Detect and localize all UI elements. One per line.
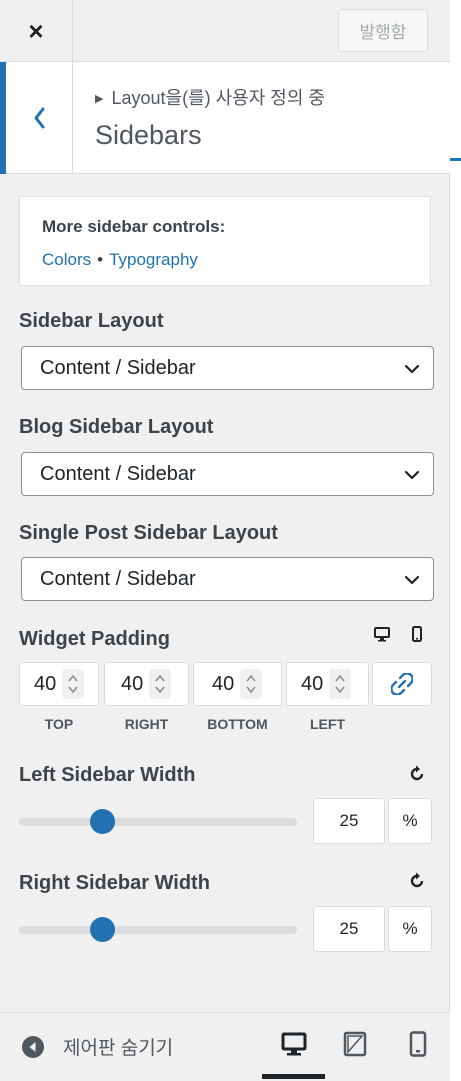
padding-bottom-value: 40 xyxy=(212,672,235,695)
single-post-sidebar-layout-select[interactable]: Content / Sidebar xyxy=(21,557,434,601)
close-button[interactable]: × xyxy=(0,0,73,62)
widget-padding-label: Widget Padding xyxy=(19,628,170,650)
spinner-icon[interactable] xyxy=(62,669,84,699)
spinner-icon[interactable] xyxy=(240,669,262,699)
blog-sidebar-layout-value: Content / Sidebar xyxy=(40,462,196,485)
close-icon: × xyxy=(28,15,44,46)
reset-icon xyxy=(410,765,424,781)
chevron-left-icon xyxy=(34,107,45,129)
padding-top-value: 40 xyxy=(34,672,57,695)
hide-controls-button[interactable]: 제어판 숨기기 xyxy=(21,1033,173,1060)
padding-left-value: 40 xyxy=(301,672,324,695)
hide-controls-label: 제어판 숨기기 xyxy=(63,1038,174,1059)
right-sidebar-width-slider[interactable] xyxy=(19,926,297,934)
mobile-icon xyxy=(409,1031,427,1057)
reset-button[interactable] xyxy=(407,871,427,896)
padding-top-field[interactable]: 40 xyxy=(19,662,99,706)
back-button[interactable] xyxy=(0,62,73,174)
more-sidebar-controls: More sidebar controls: Colors • Typography xyxy=(19,196,431,286)
spinner-icon[interactable] xyxy=(149,669,171,699)
chevron-down-icon xyxy=(404,575,420,585)
preview-desktop-button[interactable] xyxy=(281,1031,307,1062)
single-post-sidebar-layout-value: Content / Sidebar xyxy=(40,567,196,590)
sidebar-layout-select[interactable]: Content / Sidebar xyxy=(21,346,434,390)
preview-accent-line xyxy=(450,158,461,161)
typography-link[interactable]: Typography xyxy=(109,250,198,269)
customizer-header: × 발행함 xyxy=(0,0,450,62)
link-separator: • xyxy=(97,250,104,269)
single-post-sidebar-layout-label: Single Post Sidebar Layout xyxy=(19,522,278,544)
breadcrumb-text: Layout을(를) 사용자 정의 중 xyxy=(111,88,325,108)
preview-mobile-button[interactable] xyxy=(409,1031,427,1062)
preview-tablet-button[interactable] xyxy=(343,1031,367,1062)
customizer-footer: 제어판 숨기기 xyxy=(0,1012,450,1081)
right-sidebar-width-input[interactable]: 25 xyxy=(313,906,385,952)
more-controls-links: Colors • Typography xyxy=(42,250,408,270)
left-sidebar-width-slider[interactable] xyxy=(19,818,297,826)
right-sidebar-width-label: Right Sidebar Width xyxy=(19,872,210,894)
reset-icon xyxy=(410,872,424,888)
sidebar-layout-label: Sidebar Layout xyxy=(19,310,164,332)
breadcrumb: ▶ Layout을(를) 사용자 정의 중 xyxy=(95,84,325,110)
sidebar-layout-value: Content / Sidebar xyxy=(40,356,196,379)
left-sidebar-width-input[interactable]: 25 xyxy=(313,798,385,844)
link-values-button[interactable] xyxy=(372,662,432,706)
tablet-icon xyxy=(343,1031,367,1057)
chevron-down-icon xyxy=(404,364,420,374)
section-title: Sidebars xyxy=(95,120,202,150)
right-sidebar-width-thumb[interactable] xyxy=(90,917,115,942)
mobile-icon xyxy=(412,626,422,642)
left-sidebar-width-unit[interactable]: % xyxy=(388,798,432,844)
padding-bottom-field[interactable]: 40 xyxy=(193,662,282,706)
publish-button[interactable]: 발행함 xyxy=(338,9,428,52)
section-header: ▶ Layout을(를) 사용자 정의 중 Sidebars xyxy=(0,62,450,174)
triangle-right-icon: ▶ xyxy=(95,93,104,105)
colors-link[interactable]: Colors xyxy=(42,250,91,269)
site-preview xyxy=(450,0,461,1081)
reset-button[interactable] xyxy=(407,764,427,789)
mobile-device-toggle[interactable] xyxy=(412,626,422,647)
padding-right-field[interactable]: 40 xyxy=(104,662,189,706)
padding-right-caption: RIGHT xyxy=(124,716,169,732)
chevron-down-icon xyxy=(404,470,420,480)
more-controls-title: More sidebar controls: xyxy=(42,217,226,236)
padding-left-caption: LEFT xyxy=(310,716,345,732)
padding-top-caption: TOP xyxy=(44,716,74,732)
unlink-icon xyxy=(391,673,413,695)
blog-sidebar-layout-label: Blog Sidebar Layout xyxy=(19,416,214,438)
desktop-device-toggle[interactable] xyxy=(374,626,390,647)
blog-sidebar-layout-select[interactable]: Content / Sidebar xyxy=(21,452,434,496)
desktop-icon xyxy=(374,627,390,642)
padding-right-value: 40 xyxy=(121,672,144,695)
customizer-panel: × 발행함 ▶ Layout을(를) 사용자 정의 중 Sidebars More… xyxy=(0,0,450,1081)
left-sidebar-width-label: Left Sidebar Width xyxy=(19,764,196,786)
spinner-icon[interactable] xyxy=(329,669,351,699)
padding-left-field[interactable]: 40 xyxy=(286,662,369,706)
padding-bottom-caption: BOTTOM xyxy=(207,716,268,732)
left-sidebar-width-thumb[interactable] xyxy=(90,809,115,834)
desktop-icon xyxy=(281,1032,307,1056)
collapse-icon xyxy=(22,1035,44,1058)
right-sidebar-width-unit[interactable]: % xyxy=(388,906,432,952)
active-device-indicator xyxy=(262,1074,325,1079)
